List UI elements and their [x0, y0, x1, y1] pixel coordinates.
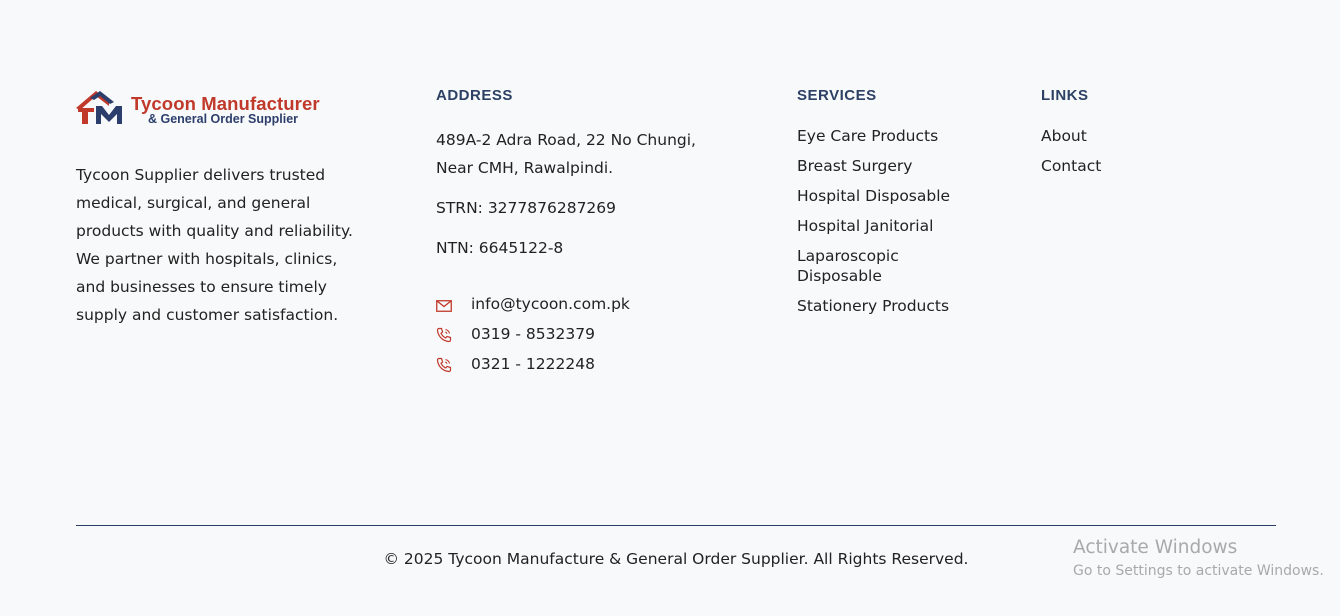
nav-link-about[interactable]: About [1041, 126, 1101, 146]
activate-windows-watermark: Activate Windows Go to Settings to activ… [1073, 537, 1324, 582]
phone-contact-2[interactable]: 0321 - 1222248 [436, 353, 595, 375]
address-line-2: Near CMH, Rawalpindi. [436, 159, 614, 177]
service-link-hospital-janitorial[interactable]: Hospital Janitorial [797, 216, 972, 236]
nav-link-contact[interactable]: Contact [1041, 156, 1101, 176]
email-address[interactable]: info@tycoon.com.pk [471, 295, 630, 313]
email-contact[interactable]: info@tycoon.com.pk [436, 293, 630, 315]
address-block: 489A-2 Adra Road, 22 No Chungi, Near CMH… [436, 126, 696, 182]
service-link-eye-care[interactable]: Eye Care Products [797, 126, 972, 146]
phone-number-1[interactable]: 0319 - 8532379 [471, 325, 595, 343]
logo-mark-icon [76, 91, 122, 124]
address-line-1: 489A-2 Adra Road, 22 No Chungi, [436, 131, 696, 149]
site-footer: Tycoon Manufacturer & General Order Supp… [0, 0, 1340, 616]
links-list: About Contact [1041, 126, 1101, 186]
service-link-stationery[interactable]: Stationery Products [797, 296, 972, 316]
watermark-title: Activate Windows [1073, 537, 1238, 558]
footer-divider [76, 525, 1276, 526]
phone-icon [436, 357, 454, 373]
watermark-subtitle: Go to Settings to activate Windows. [1073, 563, 1324, 579]
service-link-laparoscopic-disposable[interactable]: Laparoscopic Disposable [797, 246, 917, 286]
brand-logo[interactable]: Tycoon Manufacturer & General Order Supp… [76, 88, 348, 128]
service-link-breast-surgery[interactable]: Breast Surgery [797, 156, 972, 176]
service-link-hospital-disposable[interactable]: Hospital Disposable [797, 186, 972, 206]
phone-contact-1[interactable]: 0319 - 8532379 [436, 323, 595, 345]
address-heading: ADDRESS [436, 87, 513, 104]
ntn-number: NTN: 6645122-8 [436, 239, 564, 257]
links-heading: LINKS [1041, 87, 1089, 104]
brand-description: Tycoon Supplier delivers trusted medical… [76, 166, 353, 324]
services-list: Eye Care Products Breast Surgery Hospita… [797, 126, 972, 326]
services-heading: SERVICES [797, 87, 877, 104]
brand-tagline: & General Order Supplier [148, 112, 299, 126]
phone-icon [436, 327, 454, 343]
strn-number: STRN: 3277876287269 [436, 199, 617, 217]
phone-number-2[interactable]: 0321 - 1222248 [471, 355, 595, 373]
envelope-icon [436, 297, 454, 312]
